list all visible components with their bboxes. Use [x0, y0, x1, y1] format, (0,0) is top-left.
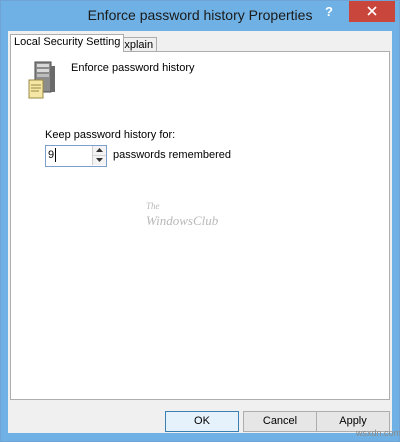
site-watermark: wsxdn.com	[356, 428, 400, 438]
tab-local-security-setting[interactable]: Local Security Setting	[10, 34, 125, 52]
dialog-client-area: Local Security Setting Explain Enforce p…	[8, 31, 392, 433]
spin-up-button[interactable]	[92, 146, 106, 156]
server-policy-icon	[28, 61, 55, 99]
title-bar[interactable]: Enforce password history Properties ?	[1, 1, 399, 30]
tab-panel: Enforce password history Keep password h…	[10, 51, 390, 400]
watermark-line2: WindowsClub	[146, 213, 219, 228]
password-history-stepper[interactable]: 9	[45, 145, 107, 167]
policy-title: Enforce password history	[71, 62, 195, 74]
watermark-logo: The WindowsClub	[146, 201, 219, 228]
ok-button[interactable]: OK	[165, 411, 239, 432]
passwords-remembered-label: passwords remembered	[113, 149, 231, 161]
properties-window: Enforce password history Properties ? Lo…	[0, 0, 400, 442]
text-caret	[55, 148, 56, 162]
password-history-input[interactable]: 9	[48, 149, 54, 161]
close-icon	[367, 6, 377, 16]
keep-history-label: Keep password history for:	[45, 129, 176, 141]
watermark-line1: The	[146, 201, 160, 211]
arrow-down-icon	[96, 158, 103, 162]
arrow-up-icon	[96, 148, 103, 152]
dialog-button-bar: OK Cancel Apply	[8, 403, 392, 433]
close-button[interactable]	[349, 1, 395, 22]
cancel-button[interactable]: Cancel	[243, 411, 317, 432]
help-button[interactable]: ?	[311, 2, 347, 22]
spin-down-button[interactable]	[92, 156, 106, 165]
